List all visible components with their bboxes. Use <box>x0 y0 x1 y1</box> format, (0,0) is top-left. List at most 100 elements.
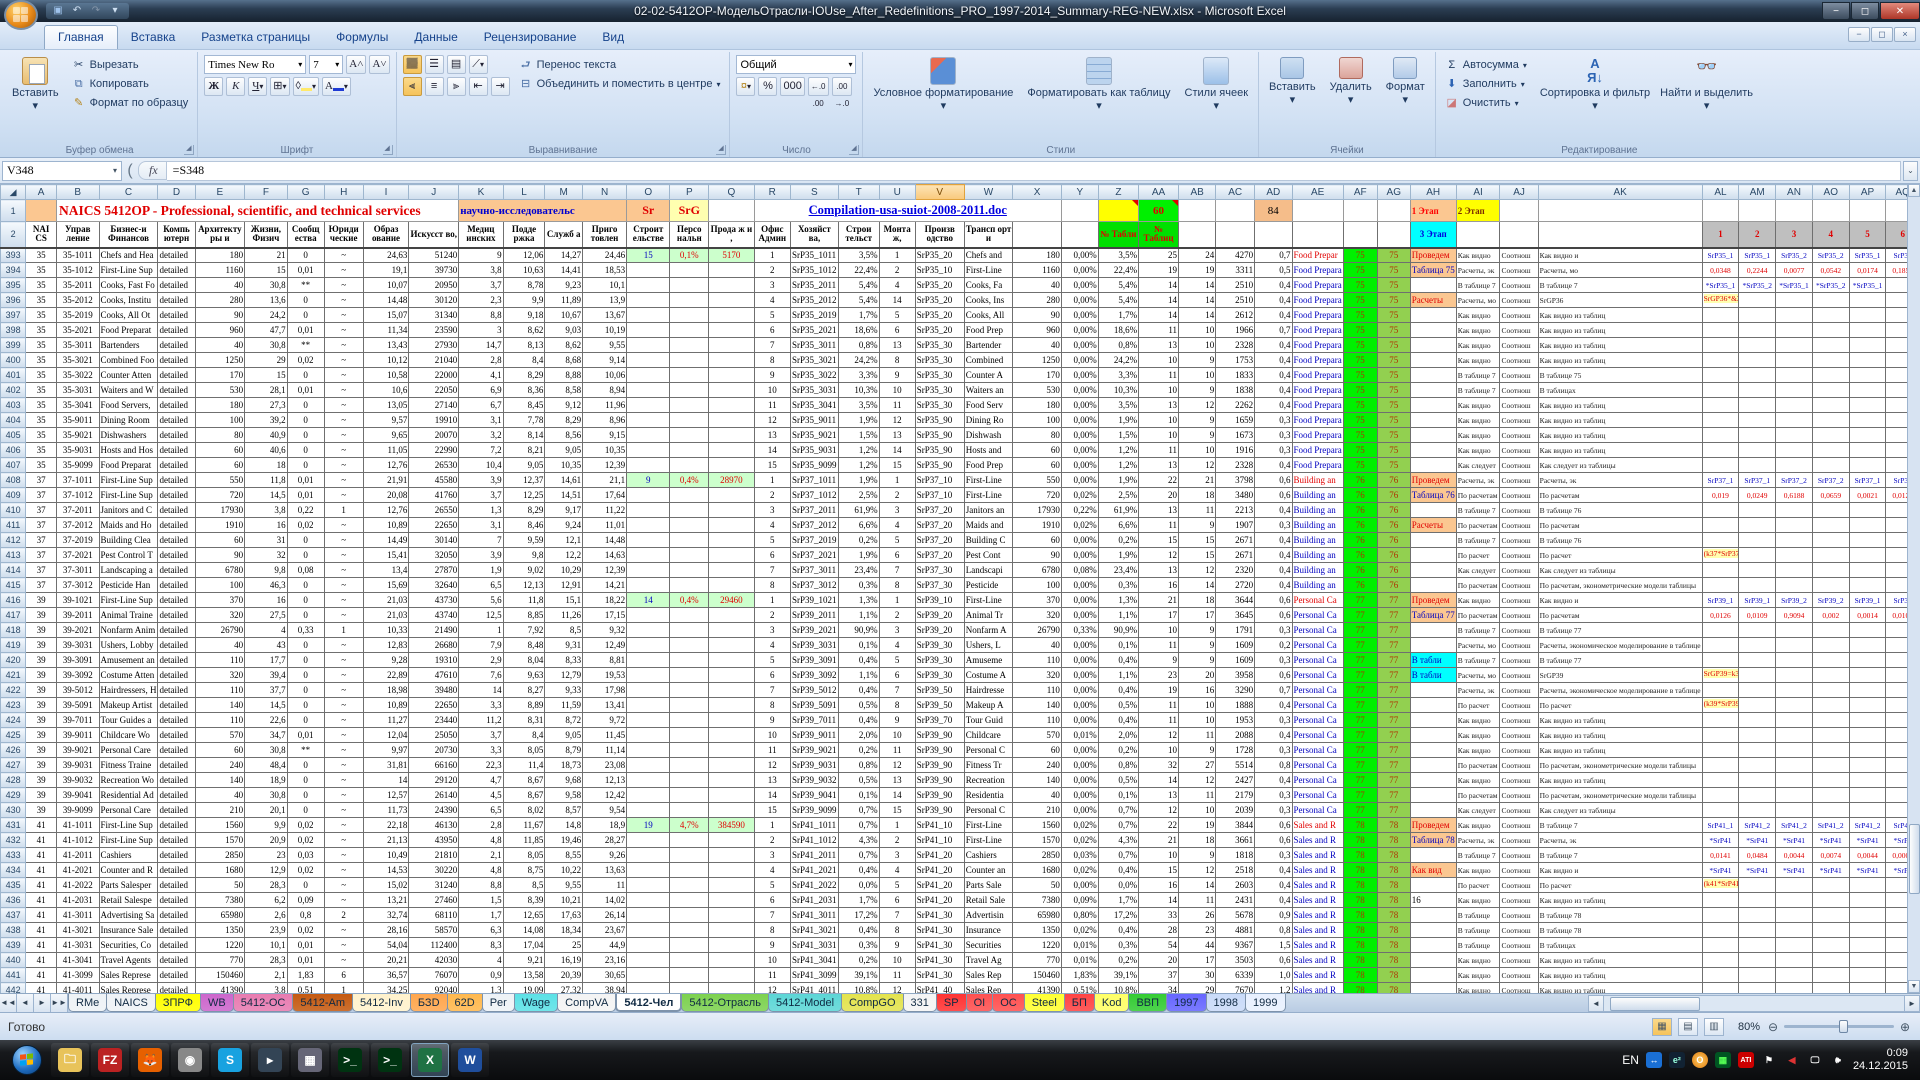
cell[interactable]: Sales and R <box>1292 968 1343 983</box>
cell[interactable] <box>1377 200 1410 222</box>
cell[interactable]: SrP35_9099 <box>790 458 838 473</box>
cell[interactable] <box>709 743 754 758</box>
cell[interactable]: 0,3% <box>1098 578 1138 593</box>
cell[interactable]: Как видно из таблиц <box>1538 743 1702 758</box>
row-header-437[interactable]: 437 <box>1 908 26 923</box>
cell[interactable]: 7,9 <box>459 638 503 653</box>
cell[interactable]: 34,7 <box>245 728 288 743</box>
scroll-left-icon[interactable]: ◄ <box>1588 995 1604 1012</box>
cell[interactable] <box>709 518 754 533</box>
cell[interactable]: 0,00% <box>1061 713 1098 728</box>
cell[interactable]: 9 <box>754 713 790 728</box>
cell[interactable] <box>709 443 754 458</box>
cell[interactable]: 24,46 <box>583 248 627 263</box>
cell[interactable]: 27140 <box>409 398 459 413</box>
cell[interactable]: 37-2012 <box>57 518 100 533</box>
cell[interactable]: detailed <box>158 518 195 533</box>
cell[interactable]: 0,3% <box>838 938 879 953</box>
cell[interactable]: 9,24 <box>545 518 583 533</box>
cell[interactable]: Advertisin <box>964 908 1013 923</box>
cell[interactable] <box>1702 893 1739 908</box>
cell[interactable] <box>670 398 709 413</box>
cell[interactable]: 8,8 <box>459 308 503 323</box>
cell[interactable]: SrP35_3031 <box>790 383 838 398</box>
cell[interactable]: 77 <box>1377 593 1410 608</box>
cell[interactable]: 0,00% <box>1061 788 1098 803</box>
cell[interactable]: 42030 <box>409 953 459 968</box>
cell[interactable]: 1673 <box>1216 428 1255 443</box>
cell[interactable]: Hairdresse <box>964 683 1013 698</box>
cell[interactable]: 9,15 <box>583 428 627 443</box>
cell[interactable]: 15 <box>754 803 790 818</box>
taskbar-app-terminal-1[interactable]: >_ <box>331 1043 369 1077</box>
action-center-flag-icon[interactable]: ⚑ <box>1761 1052 1777 1068</box>
cell[interactable]: (k39*SrP39_1021-0.01256*SrP39_1011-0.010… <box>1702 698 1739 713</box>
cell[interactable]: 4881 <box>1216 923 1255 938</box>
cell[interactable]: 78 <box>1377 893 1410 908</box>
cell[interactable]: 11,73 <box>363 803 409 818</box>
cell[interactable]: SrP37_3011 <box>790 563 838 578</box>
cell[interactable]: 11,22 <box>583 503 627 518</box>
cell[interactable] <box>627 608 670 623</box>
cell[interactable]: 11,34 <box>363 323 409 338</box>
column-header-O[interactable]: O <box>627 185 670 200</box>
cell[interactable]: 1833 <box>1216 368 1255 383</box>
cell[interactable]: Personal Ca <box>1292 773 1343 788</box>
cell[interactable] <box>1739 938 1776 953</box>
cell[interactable]: 37-3011 <box>57 563 100 578</box>
cell[interactable]: 9 <box>1139 653 1179 668</box>
cell[interactable] <box>709 788 754 803</box>
cell[interactable]: SrP39_3031 <box>790 638 838 653</box>
sheet-tab-Kod[interactable]: Kod <box>1094 994 1130 1012</box>
cell[interactable]: detailed <box>158 413 195 428</box>
cell[interactable]: 8,5 <box>545 623 583 638</box>
cell[interactable] <box>627 263 670 278</box>
cell[interactable]: 18,98 <box>363 683 409 698</box>
cell[interactable]: ~ <box>324 923 363 938</box>
cell[interactable]: 15,41 <box>363 548 409 563</box>
cell[interactable]: 1907 <box>1216 518 1255 533</box>
cell[interactable]: Personal Ca <box>1292 623 1343 638</box>
cell[interactable]: 0,3 <box>1255 848 1292 863</box>
align-bottom-button[interactable]: ▤ <box>447 55 466 74</box>
cell[interactable] <box>1702 983 1739 994</box>
cell[interactable]: 0,4 <box>1255 728 1292 743</box>
cell[interactable]: 0,0659 <box>1812 488 1849 503</box>
cell[interactable]: 90 <box>1013 548 1062 563</box>
cell[interactable]: 0,7% <box>1098 818 1138 833</box>
cell[interactable]: 8,45 <box>503 398 545 413</box>
decrease-decimal-button[interactable]: .00→.0 <box>832 77 853 96</box>
cell[interactable]: ~ <box>324 953 363 968</box>
cell[interactable]: 1818 <box>1216 848 1255 863</box>
cell[interactable]: 4 <box>879 638 915 653</box>
cell[interactable] <box>1776 728 1813 743</box>
cell[interactable] <box>1849 383 1886 398</box>
cell[interactable]: 0,8 <box>287 908 324 923</box>
cell[interactable]: SrP39_50 <box>915 683 964 698</box>
cell[interactable] <box>1812 443 1849 458</box>
cell[interactable]: 20,9 <box>245 833 288 848</box>
cell[interactable]: 13 <box>1139 458 1179 473</box>
cell[interactable]: SrP35_1 <box>1739 248 1776 263</box>
cell[interactable]: 0,33 <box>287 623 324 638</box>
cell[interactable]: Ushers, Lobby <box>99 638 158 653</box>
cell[interactable]: SrP35_20 <box>915 248 964 263</box>
cell[interactable]: SrP41_3011 <box>790 908 838 923</box>
cell[interactable]: 41-3031 <box>57 938 100 953</box>
cell[interactable]: SrP39_1 <box>1849 593 1886 608</box>
cell[interactable]: 75 <box>1377 248 1410 263</box>
cell[interactable]: 90,9% <box>838 623 879 638</box>
cell[interactable]: 40 <box>1013 638 1062 653</box>
cell[interactable]: SrP37_20 <box>915 518 964 533</box>
cell[interactable]: 12 <box>1139 548 1179 563</box>
cell[interactable]: 0,6 <box>1255 953 1292 968</box>
cell[interactable]: Соотнош <box>1500 788 1538 803</box>
cell[interactable]: 77 <box>1377 638 1410 653</box>
cell[interactable]: Pest Control T <box>99 548 158 563</box>
row-header-418[interactable]: 418 <box>1 623 26 638</box>
cell[interactable] <box>670 308 709 323</box>
cell[interactable]: 0,4% <box>670 593 709 608</box>
cell[interactable] <box>1776 368 1813 383</box>
cell[interactable]: 110 <box>1013 653 1062 668</box>
expand-formula-bar-icon[interactable]: ⌄ <box>1903 161 1918 181</box>
